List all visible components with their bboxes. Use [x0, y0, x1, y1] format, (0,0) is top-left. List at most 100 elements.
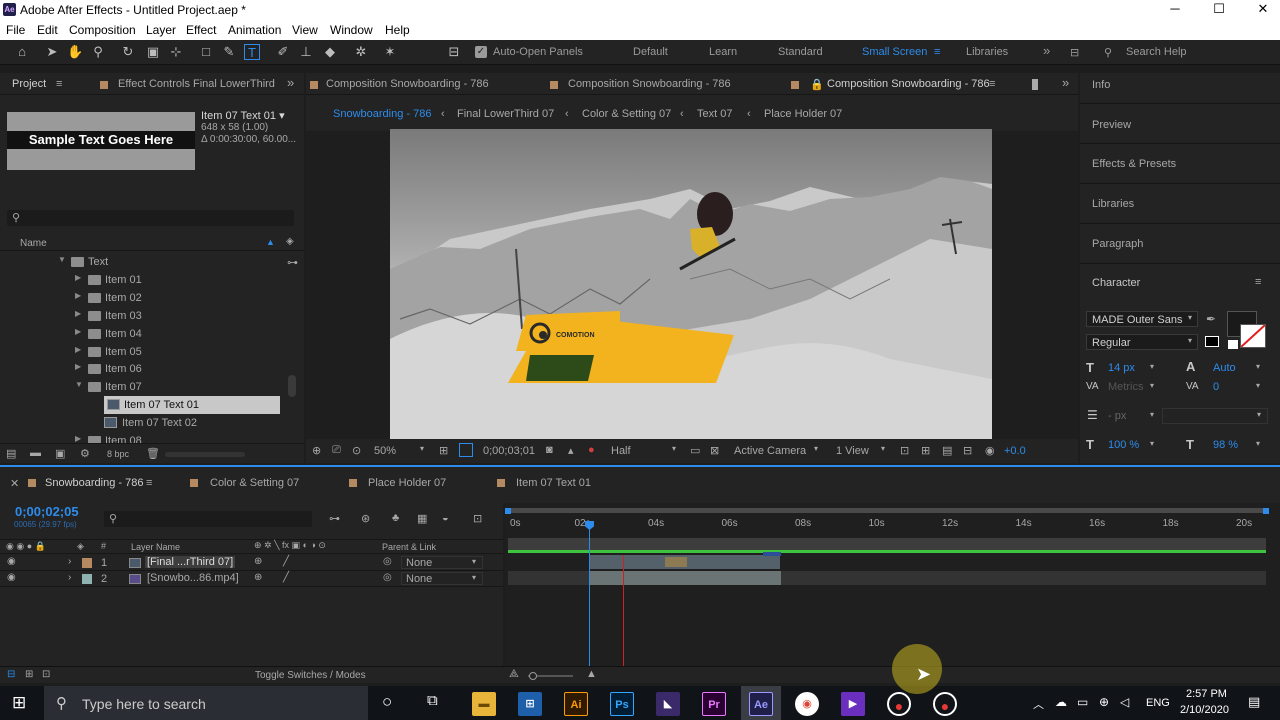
auto-open-panels-label[interactable]: Auto-Open Panels	[493, 46, 583, 58]
pen-tool-icon[interactable]: ✎	[221, 44, 237, 60]
layer-name[interactable]: [Snowbo...86.mp4]	[145, 572, 241, 584]
layer-name[interactable]: [Final ...rThird 07]	[145, 556, 236, 568]
clock-date[interactable]: 2/10/2020	[1180, 704, 1229, 716]
trash-icon[interactable]: 🗑	[146, 447, 160, 460]
exposure-value[interactable]: +0.0	[1004, 445, 1026, 457]
timeline-zoom-handle[interactable]	[529, 672, 537, 680]
camera-dropdown[interactable]: Active Camera	[734, 445, 806, 457]
panel-menu-icon[interactable]: ≡	[146, 477, 152, 489]
menu-animation[interactable]: Animation	[228, 23, 281, 37]
chevron-down-icon[interactable]: ▾	[1256, 381, 1260, 390]
font-family-dropdown[interactable]: MADE Outer Sans ▾	[1086, 311, 1198, 327]
panel-preview[interactable]: Preview	[1092, 119, 1131, 131]
tree-folder[interactable]: ▶ Item 08	[0, 432, 282, 443]
checkbox-checked-icon[interactable]: ✓	[475, 46, 487, 58]
expand-right-icon[interactable]: ▶	[75, 434, 81, 443]
chevron-down-icon[interactable]: ▾	[1256, 362, 1260, 371]
region-of-interest-icon[interactable]: ⊞	[439, 444, 448, 457]
rectangle-tool-icon[interactable]: □	[198, 44, 214, 60]
rotate-tool-icon[interactable]: ↻	[120, 44, 136, 60]
file-explorer-icon[interactable]: ▬	[472, 692, 496, 716]
new-folder-icon[interactable]: ▬	[30, 447, 41, 459]
layer-row[interactable]: ◉ › 2 [Snowbo...86.mp4] ⊕ ╱ ◎ None ▾	[0, 571, 503, 587]
zoom-tool-icon[interactable]: ⚲	[90, 44, 106, 60]
work-area-end-handle[interactable]	[1263, 508, 1269, 514]
zoom-in-icon[interactable]: ▲	[586, 668, 597, 680]
chevron-down-icon[interactable]: ▾	[420, 444, 424, 453]
toggle-switches-modes[interactable]: Toggle Switches / Modes	[255, 670, 366, 681]
font-style-dropdown[interactable]: Regular ▾	[1086, 334, 1198, 350]
chevron-right-icon[interactable]: »	[287, 75, 294, 90]
panel-effects-presets[interactable]: Effects & Presets	[1092, 158, 1176, 170]
tab-composition-3[interactable]: Composition Snowboarding - 786	[827, 78, 990, 90]
task-view-icon[interactable]: ⧉	[427, 692, 438, 709]
stroke-color-swatch[interactable]	[1240, 324, 1266, 348]
layer-search-input[interactable]: ⚲	[104, 511, 312, 527]
parent-dropdown[interactable]: None ▾	[401, 556, 483, 569]
panel-paragraph[interactable]: Paragraph	[1092, 238, 1143, 250]
stroke-style-dropdown[interactable]: ▾	[1162, 408, 1268, 424]
workspace-menu-icon[interactable]: ≡	[934, 46, 940, 58]
tree-folder[interactable]: ▶ Item 02	[0, 289, 282, 307]
parent-pickwhip-icon[interactable]: ◎	[383, 556, 392, 567]
comp-mini-flowchart-icon[interactable]: ⊶	[329, 512, 340, 525]
expand-down-icon[interactable]: ▼	[75, 380, 83, 389]
cortana-icon[interactable]: ○	[382, 692, 392, 712]
render-time-icon[interactable]: ⊟	[7, 669, 15, 680]
interpret-footage-icon[interactable]: ▤	[6, 447, 16, 460]
expand-down-icon[interactable]: ▼	[58, 255, 66, 264]
column-name[interactable]: Name	[20, 238, 47, 249]
chevron-down-icon[interactable]: ▾	[1150, 410, 1154, 419]
layer-label-color[interactable]	[82, 574, 92, 584]
expand-right-icon[interactable]: ▶	[75, 273, 81, 282]
workspace-panel-icon[interactable]: ⊟	[1070, 46, 1079, 59]
render-icon[interactable]: ⊟	[963, 444, 972, 457]
tab-timeline-item-text[interactable]: Item 07 Text 01	[516, 477, 591, 489]
column-parent-link[interactable]: Parent & Link	[382, 542, 436, 552]
tree-comp-item[interactable]: Item 07 Text 02	[0, 414, 282, 432]
home-icon[interactable]: ⌂	[14, 44, 30, 60]
chevron-down-icon[interactable]: ▾	[1150, 362, 1154, 371]
quality-switch-icon[interactable]: ╱	[283, 556, 289, 567]
chevron-right-icon[interactable]: »	[1062, 75, 1069, 90]
menu-effect[interactable]: Effect	[186, 23, 216, 37]
viewer-timecode[interactable]: 0;00;03;01	[483, 445, 535, 457]
pan-behind-tool-icon[interactable]: ⊹	[168, 44, 184, 60]
expand-right-icon[interactable]: ▶	[75, 345, 81, 354]
eye-icon[interactable]: ◉	[7, 572, 16, 583]
video-editor-icon[interactable]: ▶	[841, 692, 865, 716]
frame-blending-icon[interactable]: ▦	[417, 512, 427, 525]
draft-3d-icon[interactable]: ⊞	[921, 444, 930, 457]
layer-label-color[interactable]	[82, 558, 92, 568]
breadcrumb-final-lowerthird[interactable]: Final LowerThird 07	[457, 108, 554, 120]
project-settings-icon[interactable]: ⚙	[80, 447, 90, 460]
network-icon[interactable]: ⊕	[1099, 695, 1109, 709]
collapse-icon[interactable]: ⊡	[42, 669, 50, 680]
tree-comp-item[interactable]: Item 07 Text 01	[104, 396, 280, 415]
tab-timeline-color-setting[interactable]: Color & Setting 07	[210, 477, 299, 489]
work-area-start-handle[interactable]	[505, 508, 511, 514]
tree-folder[interactable]: ▶ Item 05	[0, 343, 282, 361]
zoom-out-icon[interactable]: ⟁	[509, 668, 519, 681]
layer-row[interactable]: ◉ › 1 [Final ...rThird 07] ⊕ ╱ ◎ None ▾	[0, 555, 503, 571]
chevron-down-icon[interactable]: ▾	[1150, 439, 1154, 448]
media-encoder-icon[interactable]: ◣	[656, 692, 680, 716]
workspace-libraries[interactable]: Libraries	[966, 46, 1008, 58]
chevron-down-icon[interactable]: ▾	[881, 444, 885, 453]
language-indicator[interactable]: ENG	[1146, 697, 1170, 709]
panel-info[interactable]: Info	[1092, 79, 1110, 91]
menu-view[interactable]: View	[292, 23, 318, 37]
parent-pickwhip-icon[interactable]: ◎	[383, 572, 392, 583]
shy-layers-icon[interactable]: ♣	[392, 512, 399, 524]
parent-dropdown[interactable]: None ▾	[401, 572, 483, 585]
mask-visibility-icon[interactable]: ⊙	[352, 444, 361, 457]
item-name[interactable]: Item 07 Text 01 ▾	[201, 109, 285, 122]
eye-icon[interactable]: ◉	[7, 556, 16, 567]
font-size-value[interactable]: 14 px	[1108, 362, 1135, 374]
workspace-standard[interactable]: Standard	[778, 46, 823, 58]
eyedropper-icon[interactable]: ✒	[1206, 312, 1216, 326]
volume-icon[interactable]: ◁	[1120, 695, 1129, 709]
screen-recorder-icon[interactable]: ●	[887, 692, 911, 716]
chevron-down-icon[interactable]: ▾	[672, 444, 676, 453]
onedrive-icon[interactable]: ☁	[1055, 695, 1067, 709]
